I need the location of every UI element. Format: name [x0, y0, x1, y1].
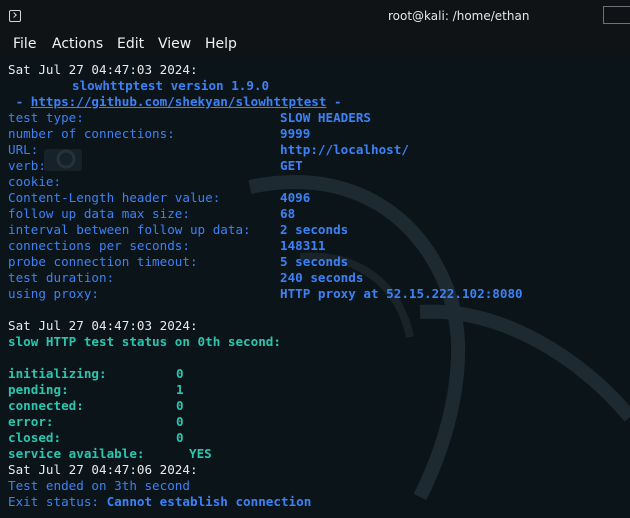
param-row: Content-Length header value: 4096 [8, 190, 628, 206]
status-value: 1 [176, 382, 184, 397]
param-row: interval between follow up data: 2 second… [8, 222, 628, 238]
status-key: pending: [8, 382, 69, 397]
param-key: connections per seconds: [8, 238, 190, 253]
title-bar: root@kali: /home/ethan [0, 0, 630, 33]
param-row: test duration: 240 seconds [8, 270, 628, 286]
param-key: cookie: [8, 174, 62, 189]
url-suffix: - [326, 94, 342, 109]
status-key: service available: [8, 446, 145, 461]
param-key: Content-Length header value: [8, 190, 221, 205]
param-value: 5 seconds [280, 254, 349, 269]
menu-help[interactable]: Help [205, 36, 237, 52]
param-value: 2 seconds [280, 222, 349, 237]
status-row: connected: 0 [8, 398, 628, 414]
exit-status-line: Exit status: Cannot establish connection [8, 494, 628, 510]
param-row: follow up data max size: 68 [8, 206, 628, 222]
status-row: initializing: 0 [8, 366, 628, 382]
param-key: verb: [8, 158, 46, 173]
param-value: HTTP proxy at 52.15.222.102:8080 [280, 286, 523, 301]
exit-status-label: Exit status: [8, 494, 107, 509]
param-row: using proxy: HTTP proxy at 52.15.222.102:… [8, 286, 628, 302]
param-key: using proxy: [8, 286, 99, 301]
menu-file[interactable]: File [13, 36, 36, 52]
param-key: test duration: [8, 270, 115, 285]
status-value: 0 [176, 414, 184, 429]
status-value: YES [189, 446, 212, 461]
timestamp-line: Sat Jul 27 04:47:06 2024: [8, 462, 198, 477]
param-row: test type: SLOW HEADERS [8, 110, 628, 126]
github-link[interactable]: https://github.com/shekyan/slowhttptest [31, 94, 327, 109]
param-row: URL: http://localhost/ [8, 142, 628, 158]
status-row: service available: YES [8, 446, 628, 462]
param-value: 9999 [280, 126, 311, 141]
param-row: verb: GET [8, 158, 628, 174]
param-key: follow up data max size: [8, 206, 190, 221]
param-key: URL: [8, 142, 39, 157]
param-row: probe connection timeout: 5 seconds [8, 254, 628, 270]
version-line: slowhttptest version 1.9.0 [8, 78, 628, 94]
param-value: 4096 [280, 190, 311, 205]
status-key: closed: [8, 430, 62, 445]
param-value: 148311 [280, 238, 326, 253]
window-title: root@kali: /home/ethan [388, 9, 530, 23]
param-row: connections per seconds: 148311 [8, 238, 628, 254]
param-key: test type: [8, 110, 84, 125]
param-key: probe connection timeout: [8, 254, 198, 269]
param-key: interval between follow up data: [8, 222, 251, 237]
test-ended-line: Test ended on 3th second [8, 478, 190, 493]
version-text: slowhttptest version 1.9.0 [72, 78, 270, 93]
menu-edit[interactable]: Edit [117, 36, 144, 52]
status-value: 0 [176, 430, 184, 445]
status-row: closed: 0 [8, 430, 628, 446]
menu-actions[interactable]: Actions [52, 36, 103, 52]
terminal-output[interactable]: Sat Jul 27 04:47:03 2024: slowhttptest v… [8, 62, 628, 510]
exit-status-value: Cannot establish connection [106, 494, 312, 509]
timestamp-line: Sat Jul 27 04:47:03 2024: [8, 62, 198, 77]
terminal-icon[interactable] [9, 10, 21, 22]
timestamp-line: Sat Jul 27 04:47:03 2024: [8, 318, 198, 333]
status-key: initializing: [8, 366, 107, 381]
param-key: number of connections: [8, 126, 175, 141]
param-value: SLOW HEADERS [280, 110, 371, 125]
status-key: connected: [8, 398, 84, 413]
status-key: error: [8, 414, 54, 429]
param-row: number of connections: 9999 [8, 126, 628, 142]
url-line: - https://github.com/shekyan/slowhttptes… [8, 94, 628, 110]
param-value: http://localhost/ [280, 142, 409, 157]
param-value: 240 seconds [280, 270, 364, 285]
param-value: GET [280, 158, 303, 173]
status-heading: slow HTTP test status on 0th second: [8, 334, 281, 349]
status-value: 0 [176, 366, 184, 381]
url-prefix: - [8, 94, 31, 109]
param-value: 68 [280, 206, 296, 221]
menu-bar: File Actions Edit View Help [0, 33, 630, 57]
status-row: error: 0 [8, 414, 628, 430]
status-row: pending: 1 [8, 382, 628, 398]
status-value: 0 [176, 398, 184, 413]
param-row: cookie: [8, 174, 628, 190]
window-controls[interactable] [603, 6, 630, 24]
menu-view[interactable]: View [158, 36, 191, 52]
